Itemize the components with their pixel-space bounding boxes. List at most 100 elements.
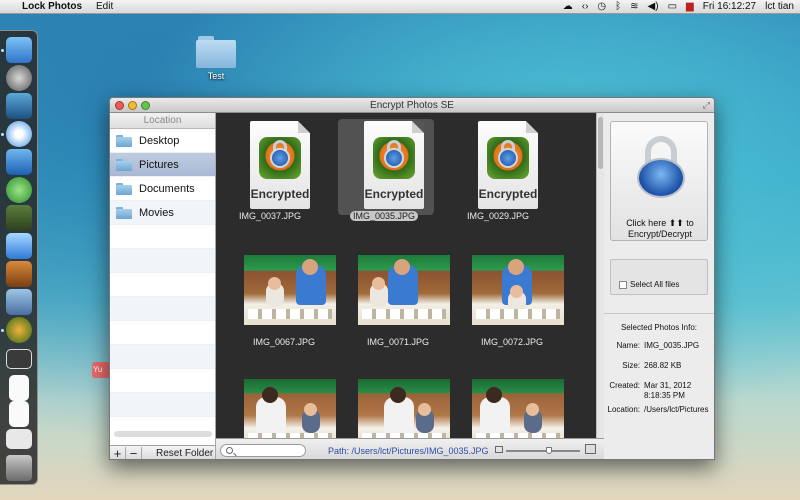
lock-photos-icon[interactable] — [6, 317, 32, 343]
encrypted-badge: Encrypted — [478, 187, 538, 201]
photo-figure — [508, 259, 524, 275]
add-location-button[interactable]: + — [110, 446, 126, 459]
xcode-icon[interactable] — [6, 149, 32, 175]
app-store-icon[interactable] — [6, 233, 32, 259]
thumbnail-size-slider[interactable] — [506, 447, 580, 454]
photo-booth-icon[interactable] — [6, 261, 32, 287]
photo-figure — [372, 277, 385, 290]
activity-monitor-icon[interactable] — [6, 93, 32, 119]
info-key: Created: — [609, 381, 640, 390]
grid-item-label: IMG_0029.JPG — [448, 211, 548, 221]
grid-item-encrypted[interactable]: Encrypted IMG_0029.JPG — [448, 117, 548, 227]
grid-item-label: IMG_0037.JPG — [220, 211, 320, 221]
grid-item-photo[interactable] — [234, 377, 336, 438]
launchpad-icon[interactable] — [6, 65, 32, 91]
page-fold — [298, 121, 310, 133]
grid-item-photo[interactable]: IMG_0072.JPG — [462, 253, 564, 363]
grid-item-encrypted[interactable]: Encrypted IMG_0037.JPG — [220, 117, 320, 227]
photo-figure — [384, 397, 414, 437]
sidebar-item-pictures[interactable]: Pictures — [110, 153, 215, 177]
zoom-button[interactable] — [141, 101, 150, 110]
large-thumbnail-icon[interactable] — [585, 444, 596, 454]
photo-table — [248, 309, 332, 319]
trash-icon[interactable] — [6, 455, 32, 481]
battery-icon[interactable]: ▭ — [668, 1, 677, 12]
messages-icon[interactable] — [6, 177, 32, 203]
document-icon[interactable] — [9, 401, 29, 427]
bluetooth-icon[interactable]: ᛒ — [615, 1, 621, 12]
reset-folder-button[interactable]: Reset Folder — [156, 448, 213, 459]
document-icon[interactable] — [9, 375, 29, 401]
sidebar-empty-row — [110, 393, 215, 417]
window-titlebar[interactable]: Encrypt Photos SE ⤢ — [110, 98, 714, 113]
photo-table — [476, 309, 560, 319]
flag-icon[interactable]: ▆ — [686, 1, 694, 12]
page-fold — [526, 121, 538, 133]
downloads-stack-icon[interactable] — [6, 429, 32, 449]
encrypt-caption-line: Encrypt/Decrypt — [627, 229, 693, 239]
wifi-icon[interactable]: ≋ — [630, 1, 638, 12]
finder-icon[interactable] — [6, 37, 32, 63]
running-indicator — [1, 329, 4, 332]
grid-item-photo[interactable] — [348, 377, 450, 438]
search-field[interactable] — [220, 444, 306, 457]
file-name: IMG_0067.JPG — [252, 337, 316, 347]
minimize-button[interactable] — [128, 101, 137, 110]
terminal-icon[interactable] — [6, 205, 32, 231]
desktop-folder-icon[interactable] — [196, 36, 236, 68]
close-button[interactable] — [115, 101, 124, 110]
menu-edit[interactable]: Edit — [96, 1, 113, 12]
grid-item-encrypted-selected[interactable]: Encrypted IMG_0035.JPG — [334, 117, 434, 227]
encrypted-badge: Encrypted — [364, 187, 424, 201]
photo-figure — [390, 387, 406, 403]
cloud-icon[interactable]: ☁ — [563, 1, 573, 12]
remove-location-button[interactable]: − — [126, 446, 142, 459]
screenshot-file-icon[interactable] — [6, 349, 32, 369]
desktop-folder-label: Test — [207, 71, 225, 81]
fullscreen-icon[interactable]: ⤢ — [703, 100, 710, 110]
grid-item-label: IMG_0067.JPG — [234, 337, 334, 347]
sidebar-item-movies[interactable]: Movies — [110, 201, 215, 225]
encrypt-decrypt-button[interactable]: Click here ⬆⬆ to Encrypt/Decrypt — [610, 121, 708, 241]
divider — [604, 313, 714, 314]
sidebar-item-desktop[interactable]: Desktop — [110, 129, 215, 153]
sidebar-item-documents[interactable]: Documents — [110, 177, 215, 201]
photo-figure — [510, 285, 523, 298]
folder-body — [196, 40, 236, 68]
small-thumbnail-icon[interactable] — [495, 446, 503, 453]
iphoto-icon[interactable] — [6, 289, 32, 315]
grid-item-photo[interactable]: IMG_0071.JPG — [348, 253, 450, 363]
photo-figure — [268, 277, 281, 290]
desktop-item-tag[interactable]: Yu — [92, 362, 110, 378]
grid-item-label: IMG_0071.JPG — [348, 337, 448, 347]
encrypt-caption-line: Click here ⬆⬆ to — [626, 218, 694, 228]
volume-icon[interactable]: ◀) — [648, 1, 659, 12]
grid-item-photo[interactable]: IMG_0067.JPG — [234, 253, 336, 363]
encrypted-file-icon: Encrypted — [250, 121, 310, 209]
menu-user[interactable]: lct tian — [765, 1, 794, 12]
running-indicator — [1, 133, 4, 136]
menu-clock[interactable]: Fri 16:12:27 — [703, 1, 756, 12]
photo-figure — [304, 403, 317, 416]
folder-icon — [116, 134, 132, 147]
sidebar-empty-row — [110, 369, 215, 393]
code-icon[interactable]: ‹› — [582, 1, 589, 12]
file-name: IMG_0029.JPG — [466, 211, 530, 221]
grid-scrollbar[interactable] — [596, 113, 604, 438]
safari-icon[interactable] — [6, 121, 32, 147]
sidebar-scrollbar[interactable] — [114, 431, 212, 437]
slider-knob[interactable] — [546, 447, 552, 454]
app-menu-lock-photos[interactable]: Lock Photos — [22, 1, 82, 12]
info-value: /Users/lct/Pictures — [644, 405, 709, 414]
photo-grid: Encrypted IMG_0037.JPG Encrypted IMG_003… — [216, 113, 596, 438]
info-value: IMG_0035.JPG — [644, 341, 700, 350]
time-machine-icon[interactable]: ◷ — [597, 1, 606, 12]
select-all-checkbox[interactable] — [619, 281, 627, 289]
file-name: IMG_0035.JPG — [349, 211, 419, 221]
grid-item-photo[interactable] — [462, 377, 564, 438]
folder-icon — [116, 158, 132, 171]
scrollbar-thumb[interactable] — [598, 117, 603, 169]
menu-bar: Lock Photos Edit ☁ ‹› ◷ ᛒ ≋ ◀) ▭ ▆ Fri 1… — [0, 0, 800, 14]
sidebar-empty-row — [110, 345, 215, 369]
encrypted-file-icon: Encrypted — [478, 121, 538, 209]
